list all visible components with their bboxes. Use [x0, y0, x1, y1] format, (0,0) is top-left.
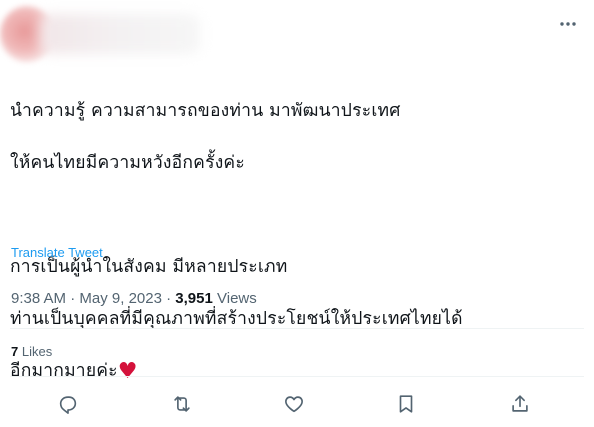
translate-tweet-link[interactable]: Translate Tweet — [11, 245, 103, 260]
tweet-card: นำความรู้ ความสามารถของท่าน มาพัฒนาประเท… — [0, 0, 594, 427]
bookmark-icon[interactable] — [394, 392, 418, 416]
heart-emoji-icon: ♥ — [117, 359, 138, 384]
divider — [10, 328, 584, 329]
likes-link[interactable]: 7 Likes — [11, 344, 52, 359]
reply-icon[interactable] — [56, 392, 80, 416]
action-bar — [0, 392, 594, 416]
more-dots-icon[interactable] — [558, 14, 578, 34]
meta-separator: · — [166, 290, 172, 307]
likes-count: 7 — [11, 344, 19, 359]
views-label: Views — [217, 290, 257, 307]
tweet-time[interactable]: 9:38 AM — [11, 290, 66, 307]
tweet-text: นำความรู้ ความสามารถของท่าน มาพัฒนาประเท… — [10, 72, 586, 410]
tweet-date[interactable]: May 9, 2023 — [79, 290, 162, 307]
author-name-blurred[interactable] — [40, 14, 200, 54]
views-count: 3,951 — [175, 290, 213, 307]
heart-icon[interactable] — [282, 392, 306, 416]
tweet-text-line-last: อีกมากมายค่ะ♥ — [10, 358, 586, 384]
retweet-icon[interactable] — [170, 392, 194, 416]
tweet-meta: 9:38 AM · May 9, 2023 · 3,951 Views — [11, 290, 257, 307]
tweet-text-line: ให้คนไทยมีความหวังอีกครั้งค่ะ — [10, 153, 245, 173]
tweet-text-line: อีกมากมายค่ะ — [10, 361, 118, 381]
meta-separator: · — [70, 290, 76, 307]
divider — [10, 376, 584, 377]
share-icon[interactable] — [508, 392, 532, 416]
tweet-text-line: นำความรู้ ความสามารถของท่าน มาพัฒนาประเท… — [10, 101, 401, 121]
likes-label: Likes — [21, 344, 53, 359]
tweet-text-line — [10, 202, 586, 228]
